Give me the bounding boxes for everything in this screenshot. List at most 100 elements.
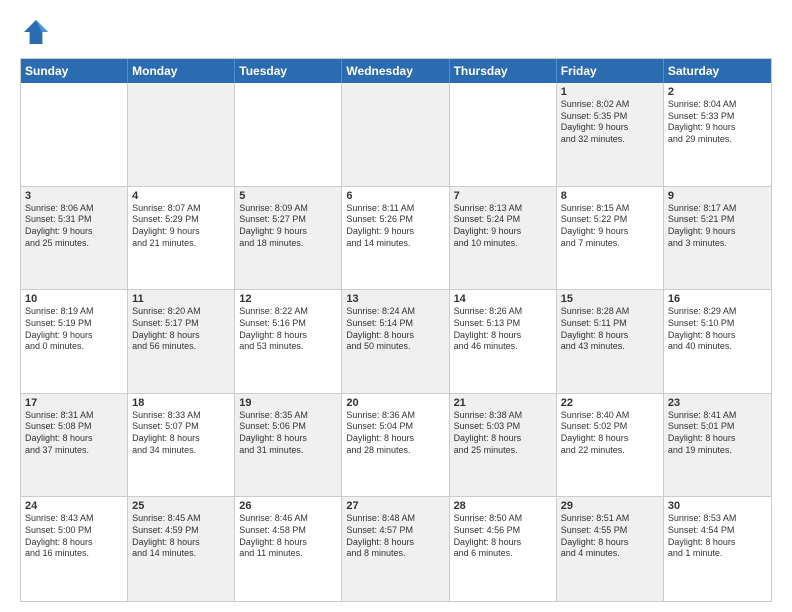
day-number: 30 xyxy=(668,500,767,512)
logo xyxy=(20,16,56,48)
day-number: 23 xyxy=(668,397,767,409)
day-number: 5 xyxy=(239,190,337,202)
day-info: Sunrise: 8:33 AM Sunset: 5:07 PM Dayligh… xyxy=(132,410,230,457)
day-info: Sunrise: 8:13 AM Sunset: 5:24 PM Dayligh… xyxy=(454,203,552,250)
cal-cell: 2Sunrise: 8:04 AM Sunset: 5:33 PM Daylig… xyxy=(664,83,771,186)
day-header-monday: Monday xyxy=(128,59,235,83)
week-row-1: 1Sunrise: 8:02 AM Sunset: 5:35 PM Daylig… xyxy=(21,83,771,187)
day-info: Sunrise: 8:38 AM Sunset: 5:03 PM Dayligh… xyxy=(454,410,552,457)
day-info: Sunrise: 8:06 AM Sunset: 5:31 PM Dayligh… xyxy=(25,203,123,250)
day-info: Sunrise: 8:24 AM Sunset: 5:14 PM Dayligh… xyxy=(346,306,444,353)
cal-cell: 16Sunrise: 8:29 AM Sunset: 5:10 PM Dayli… xyxy=(664,290,771,393)
cal-cell: 4Sunrise: 8:07 AM Sunset: 5:29 PM Daylig… xyxy=(128,187,235,290)
cal-cell: 20Sunrise: 8:36 AM Sunset: 5:04 PM Dayli… xyxy=(342,394,449,497)
day-info: Sunrise: 8:19 AM Sunset: 5:19 PM Dayligh… xyxy=(25,306,123,353)
cal-cell: 9Sunrise: 8:17 AM Sunset: 5:21 PM Daylig… xyxy=(664,187,771,290)
cal-cell: 22Sunrise: 8:40 AM Sunset: 5:02 PM Dayli… xyxy=(557,394,664,497)
day-number: 4 xyxy=(132,190,230,202)
week-row-3: 10Sunrise: 8:19 AM Sunset: 5:19 PM Dayli… xyxy=(21,290,771,394)
cal-cell: 14Sunrise: 8:26 AM Sunset: 5:13 PM Dayli… xyxy=(450,290,557,393)
day-number: 17 xyxy=(25,397,123,409)
cal-cell: 28Sunrise: 8:50 AM Sunset: 4:56 PM Dayli… xyxy=(450,497,557,601)
day-info: Sunrise: 8:26 AM Sunset: 5:13 PM Dayligh… xyxy=(454,306,552,353)
day-info: Sunrise: 8:53 AM Sunset: 4:54 PM Dayligh… xyxy=(668,513,767,560)
day-number: 28 xyxy=(454,500,552,512)
cal-cell: 21Sunrise: 8:38 AM Sunset: 5:03 PM Dayli… xyxy=(450,394,557,497)
day-info: Sunrise: 8:50 AM Sunset: 4:56 PM Dayligh… xyxy=(454,513,552,560)
day-info: Sunrise: 8:20 AM Sunset: 5:17 PM Dayligh… xyxy=(132,306,230,353)
day-number: 9 xyxy=(668,190,767,202)
cal-cell xyxy=(21,83,128,186)
day-number: 2 xyxy=(668,86,767,98)
cal-cell: 10Sunrise: 8:19 AM Sunset: 5:19 PM Dayli… xyxy=(21,290,128,393)
day-info: Sunrise: 8:36 AM Sunset: 5:04 PM Dayligh… xyxy=(346,410,444,457)
day-number: 6 xyxy=(346,190,444,202)
day-header-saturday: Saturday xyxy=(664,59,771,83)
cal-cell: 17Sunrise: 8:31 AM Sunset: 5:08 PM Dayli… xyxy=(21,394,128,497)
day-header-wednesday: Wednesday xyxy=(342,59,449,83)
day-number: 16 xyxy=(668,293,767,305)
day-info: Sunrise: 8:45 AM Sunset: 4:59 PM Dayligh… xyxy=(132,513,230,560)
cal-cell xyxy=(128,83,235,186)
day-number: 26 xyxy=(239,500,337,512)
cal-cell: 6Sunrise: 8:11 AM Sunset: 5:26 PM Daylig… xyxy=(342,187,449,290)
day-number: 15 xyxy=(561,293,659,305)
day-number: 1 xyxy=(561,86,659,98)
day-header-friday: Friday xyxy=(557,59,664,83)
day-number: 7 xyxy=(454,190,552,202)
day-info: Sunrise: 8:31 AM Sunset: 5:08 PM Dayligh… xyxy=(25,410,123,457)
week-row-4: 17Sunrise: 8:31 AM Sunset: 5:08 PM Dayli… xyxy=(21,394,771,498)
cal-cell xyxy=(235,83,342,186)
day-info: Sunrise: 8:22 AM Sunset: 5:16 PM Dayligh… xyxy=(239,306,337,353)
day-info: Sunrise: 8:15 AM Sunset: 5:22 PM Dayligh… xyxy=(561,203,659,250)
day-number: 21 xyxy=(454,397,552,409)
cal-cell: 18Sunrise: 8:33 AM Sunset: 5:07 PM Dayli… xyxy=(128,394,235,497)
day-number: 14 xyxy=(454,293,552,305)
day-info: Sunrise: 8:46 AM Sunset: 4:58 PM Dayligh… xyxy=(239,513,337,560)
day-info: Sunrise: 8:28 AM Sunset: 5:11 PM Dayligh… xyxy=(561,306,659,353)
day-number: 22 xyxy=(561,397,659,409)
day-info: Sunrise: 8:35 AM Sunset: 5:06 PM Dayligh… xyxy=(239,410,337,457)
cal-cell: 1Sunrise: 8:02 AM Sunset: 5:35 PM Daylig… xyxy=(557,83,664,186)
day-number: 8 xyxy=(561,190,659,202)
day-number: 13 xyxy=(346,293,444,305)
cal-cell xyxy=(450,83,557,186)
day-header-thursday: Thursday xyxy=(450,59,557,83)
day-info: Sunrise: 8:07 AM Sunset: 5:29 PM Dayligh… xyxy=(132,203,230,250)
cal-cell: 19Sunrise: 8:35 AM Sunset: 5:06 PM Dayli… xyxy=(235,394,342,497)
cal-cell: 29Sunrise: 8:51 AM Sunset: 4:55 PM Dayli… xyxy=(557,497,664,601)
day-number: 11 xyxy=(132,293,230,305)
header xyxy=(20,16,772,48)
cal-cell: 27Sunrise: 8:48 AM Sunset: 4:57 PM Dayli… xyxy=(342,497,449,601)
day-number: 3 xyxy=(25,190,123,202)
day-number: 27 xyxy=(346,500,444,512)
logo-icon xyxy=(20,16,52,48)
day-info: Sunrise: 8:17 AM Sunset: 5:21 PM Dayligh… xyxy=(668,203,767,250)
cal-cell xyxy=(342,83,449,186)
day-number: 12 xyxy=(239,293,337,305)
cal-cell: 8Sunrise: 8:15 AM Sunset: 5:22 PM Daylig… xyxy=(557,187,664,290)
cal-cell: 3Sunrise: 8:06 AM Sunset: 5:31 PM Daylig… xyxy=(21,187,128,290)
day-info: Sunrise: 8:48 AM Sunset: 4:57 PM Dayligh… xyxy=(346,513,444,560)
day-info: Sunrise: 8:41 AM Sunset: 5:01 PM Dayligh… xyxy=(668,410,767,457)
calendar: SundayMondayTuesdayWednesdayThursdayFrid… xyxy=(20,58,772,602)
cal-cell: 25Sunrise: 8:45 AM Sunset: 4:59 PM Dayli… xyxy=(128,497,235,601)
day-number: 10 xyxy=(25,293,123,305)
cal-cell: 30Sunrise: 8:53 AM Sunset: 4:54 PM Dayli… xyxy=(664,497,771,601)
day-info: Sunrise: 8:40 AM Sunset: 5:02 PM Dayligh… xyxy=(561,410,659,457)
cal-cell: 11Sunrise: 8:20 AM Sunset: 5:17 PM Dayli… xyxy=(128,290,235,393)
calendar-body: 1Sunrise: 8:02 AM Sunset: 5:35 PM Daylig… xyxy=(21,83,771,601)
day-number: 20 xyxy=(346,397,444,409)
day-header-tuesday: Tuesday xyxy=(235,59,342,83)
page: SundayMondayTuesdayWednesdayThursdayFrid… xyxy=(0,0,792,612)
cal-cell: 24Sunrise: 8:43 AM Sunset: 5:00 PM Dayli… xyxy=(21,497,128,601)
week-row-2: 3Sunrise: 8:06 AM Sunset: 5:31 PM Daylig… xyxy=(21,187,771,291)
cal-cell: 13Sunrise: 8:24 AM Sunset: 5:14 PM Dayli… xyxy=(342,290,449,393)
day-number: 24 xyxy=(25,500,123,512)
day-info: Sunrise: 8:02 AM Sunset: 5:35 PM Dayligh… xyxy=(561,99,659,146)
day-number: 18 xyxy=(132,397,230,409)
cal-cell: 7Sunrise: 8:13 AM Sunset: 5:24 PM Daylig… xyxy=(450,187,557,290)
day-info: Sunrise: 8:04 AM Sunset: 5:33 PM Dayligh… xyxy=(668,99,767,146)
cal-cell: 26Sunrise: 8:46 AM Sunset: 4:58 PM Dayli… xyxy=(235,497,342,601)
day-number: 19 xyxy=(239,397,337,409)
